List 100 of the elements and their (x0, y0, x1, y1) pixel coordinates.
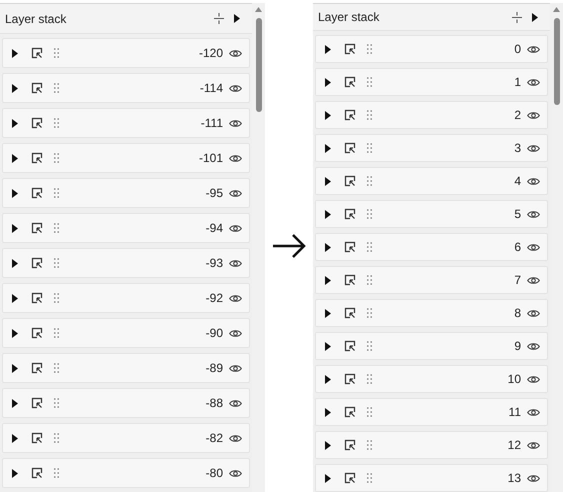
expand-caret-icon[interactable] (12, 398, 18, 408)
drag-handle-icon[interactable] (54, 188, 59, 198)
expand-caret-icon[interactable] (325, 276, 331, 284)
select-icon[interactable] (31, 82, 43, 94)
layer-row[interactable]: -114 (2, 73, 250, 103)
layer-row[interactable]: -90 (2, 318, 250, 348)
select-icon[interactable] (31, 432, 43, 444)
drag-handle-icon[interactable] (54, 293, 59, 303)
split-icon[interactable] (214, 13, 224, 24)
layer-row[interactable]: 7 (315, 266, 548, 294)
scroll-up-icon[interactable] (255, 7, 262, 12)
drag-handle-icon[interactable] (367, 110, 372, 120)
select-icon[interactable] (344, 373, 356, 385)
select-icon[interactable] (31, 327, 43, 339)
layer-row[interactable]: -95 (2, 178, 250, 208)
eye-icon[interactable] (527, 308, 540, 318)
expand-caret-icon[interactable] (325, 342, 331, 350)
layer-row[interactable]: 3 (315, 134, 548, 162)
drag-handle-icon[interactable] (54, 468, 59, 478)
select-icon[interactable] (344, 307, 356, 319)
select-icon[interactable] (344, 241, 356, 253)
drag-handle-icon[interactable] (367, 407, 372, 417)
drag-handle-icon[interactable] (367, 143, 372, 153)
eye-icon[interactable] (229, 224, 242, 232)
drag-handle-icon[interactable] (367, 374, 372, 384)
expand-caret-icon[interactable] (12, 258, 18, 268)
expand-caret-icon[interactable] (325, 210, 331, 218)
expand-caret-icon[interactable] (12, 224, 18, 232)
expand-caret-icon[interactable] (12, 84, 18, 92)
drag-handle-icon[interactable] (367, 77, 372, 87)
select-icon[interactable] (344, 76, 356, 88)
eye-icon[interactable] (229, 328, 242, 338)
panel-menu-caret-icon[interactable] (532, 12, 538, 22)
select-icon[interactable] (31, 47, 43, 59)
select-icon[interactable] (344, 175, 356, 187)
drag-handle-icon[interactable] (367, 209, 372, 219)
select-icon[interactable] (344, 274, 356, 286)
layer-row[interactable]: -93 (2, 248, 250, 278)
drag-handle-icon[interactable] (54, 153, 59, 163)
expand-caret-icon[interactable] (325, 408, 331, 416)
eye-icon[interactable] (229, 434, 242, 442)
drag-handle-icon[interactable] (367, 341, 372, 351)
eye-icon[interactable] (527, 474, 540, 482)
drag-handle-icon[interactable] (54, 83, 59, 93)
eye-icon[interactable] (527, 276, 540, 284)
scroll-up-icon[interactable] (553, 7, 560, 12)
layer-row[interactable]: -80 (2, 458, 250, 488)
select-icon[interactable] (31, 187, 43, 199)
drag-handle-icon[interactable] (54, 328, 59, 338)
select-icon[interactable] (344, 109, 356, 121)
eye-icon[interactable] (229, 188, 242, 198)
scrollbar-thumb[interactable] (554, 18, 560, 105)
eye-icon[interactable] (229, 294, 242, 302)
eye-icon[interactable] (527, 242, 540, 252)
drag-handle-icon[interactable] (54, 118, 59, 128)
select-icon[interactable] (344, 439, 356, 451)
expand-caret-icon[interactable] (325, 440, 331, 450)
layer-row[interactable]: 12 (315, 431, 548, 459)
select-icon[interactable] (31, 292, 43, 304)
layer-row[interactable]: 2 (315, 101, 548, 129)
expand-caret-icon[interactable] (325, 176, 331, 186)
eye-icon[interactable] (527, 144, 540, 152)
layer-row[interactable]: -101 (2, 143, 250, 173)
eye-icon[interactable] (229, 258, 242, 268)
layer-row[interactable]: 9 (315, 332, 548, 360)
panel-menu-caret-icon[interactable] (234, 14, 240, 23)
eye-icon[interactable] (229, 84, 242, 92)
layer-row[interactable]: -89 (2, 353, 250, 383)
select-icon[interactable] (344, 208, 356, 220)
drag-handle-icon[interactable] (367, 308, 372, 318)
expand-caret-icon[interactable] (12, 154, 18, 162)
drag-handle-icon[interactable] (367, 44, 372, 54)
layer-row[interactable]: 1 (315, 68, 548, 96)
expand-caret-icon[interactable] (325, 474, 331, 482)
drag-handle-icon[interactable] (367, 176, 372, 186)
eye-icon[interactable] (527, 374, 540, 384)
layer-row[interactable]: 11 (315, 398, 548, 426)
layer-row[interactable]: -94 (2, 213, 250, 243)
split-icon[interactable] (512, 12, 522, 22)
select-icon[interactable] (31, 467, 43, 479)
select-icon[interactable] (31, 257, 43, 269)
eye-icon[interactable] (527, 408, 540, 416)
expand-caret-icon[interactable] (325, 308, 331, 318)
layer-row[interactable]: 5 (315, 200, 548, 228)
drag-handle-icon[interactable] (367, 242, 372, 252)
select-icon[interactable] (344, 406, 356, 418)
select-icon[interactable] (344, 142, 356, 154)
layer-row[interactable]: -88 (2, 388, 250, 418)
expand-caret-icon[interactable] (12, 188, 18, 198)
select-icon[interactable] (31, 397, 43, 409)
expand-caret-icon[interactable] (12, 468, 18, 478)
drag-handle-icon[interactable] (54, 433, 59, 443)
expand-caret-icon[interactable] (325, 110, 331, 120)
eye-icon[interactable] (527, 110, 540, 120)
eye-icon[interactable] (229, 118, 242, 128)
select-icon[interactable] (31, 117, 43, 129)
eye-icon[interactable] (527, 176, 540, 186)
eye-icon[interactable] (229, 48, 242, 58)
eye-icon[interactable] (527, 210, 540, 218)
expand-caret-icon[interactable] (12, 48, 18, 58)
